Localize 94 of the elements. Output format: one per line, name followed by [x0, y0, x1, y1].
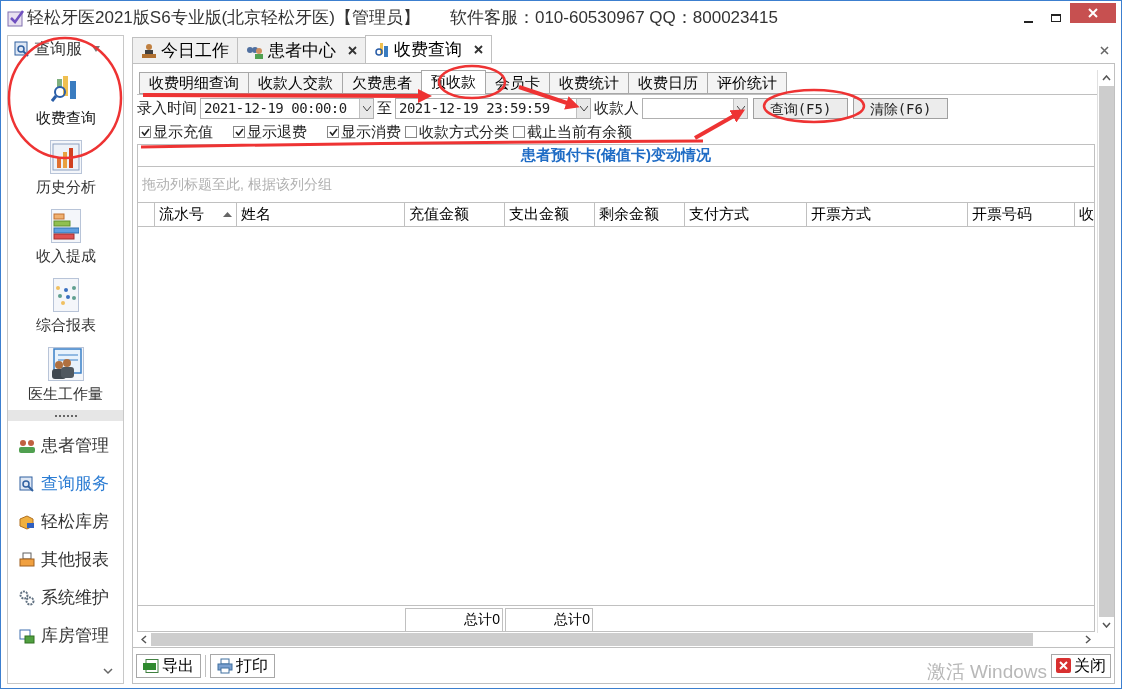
to-label: 至 [377, 98, 392, 119]
option-checkbox[interactable]: 截止当前有余额 [513, 120, 632, 144]
search-icon [14, 41, 30, 57]
column-header[interactable]: 剩余金额 [595, 203, 685, 226]
document-tab[interactable]: 患者中心 [237, 37, 366, 63]
activation-notice: 激活 Windows [926, 660, 1047, 685]
grip-icon [54, 414, 77, 417]
app-logo-icon [7, 9, 25, 27]
sidebar-item[interactable]: 其他报表 [8, 541, 123, 579]
column-header[interactable]: 支出金额 [505, 203, 595, 226]
column-header[interactable]: 姓名 [237, 203, 405, 226]
clear-button[interactable]: 清除(F6) [853, 98, 948, 119]
sub-tab[interactable]: 收费明细查询 [139, 72, 249, 94]
scroll-right-icon[interactable] [1085, 635, 1091, 644]
people-icon [19, 439, 35, 453]
printer-icon [19, 552, 35, 568]
column-header[interactable]: 开票方式 [807, 203, 968, 226]
close-tab-icon[interactable] [348, 46, 357, 55]
close-icon [1088, 8, 1098, 18]
checkbox[interactable] [405, 126, 417, 138]
checkmark-icon [140, 128, 150, 136]
sidebar-item[interactable]: 查询服务 [8, 465, 123, 503]
sub-tab[interactable]: 评价统计 [707, 72, 787, 94]
query-button[interactable]: 查询(F5) [753, 98, 848, 119]
sub-tab[interactable]: 收费统计 [549, 72, 629, 94]
gears-icon [19, 590, 35, 606]
close-button[interactable]: 关闭 [1051, 653, 1111, 678]
option-checkbox[interactable]: 显示充值 [139, 120, 213, 144]
dropdown-icon[interactable] [576, 99, 590, 118]
time-label: 录入时间 [137, 98, 197, 119]
sidebar-item[interactable]: 库房管理 [8, 617, 123, 655]
report-title: 患者预付卡(储值卡)变动情况 [138, 145, 1094, 167]
document-tab[interactable]: 今日工作 [132, 37, 238, 63]
close-icon[interactable] [1100, 46, 1109, 55]
stacked-bars-icon [52, 211, 79, 240]
close-window-button[interactable] [1070, 3, 1116, 23]
sidebar-item[interactable]: 系统维护 [8, 579, 123, 617]
windows-box-icon [19, 628, 35, 644]
search-icon [19, 476, 35, 492]
sub-tab[interactable]: 收费日历 [628, 72, 708, 94]
column-header[interactable]: 收 [1075, 203, 1094, 226]
minimize-icon [1023, 21, 1033, 23]
start-time-field[interactable]: 2021-12-19 00:00:0 [200, 98, 374, 119]
sidebar-tool[interactable]: 医生工作量 [13, 338, 118, 407]
checkmark-icon [234, 128, 244, 136]
checkmark-icon [328, 128, 338, 136]
chart-magnifier-icon [374, 41, 390, 58]
person-desk-icon [141, 42, 157, 59]
scroll-down-icon[interactable] [1101, 622, 1111, 628]
checkbox[interactable] [233, 126, 245, 138]
close-tab-icon[interactable] [474, 45, 483, 54]
payee-label: 收款人 [594, 98, 639, 119]
payee-dropdown[interactable] [642, 98, 748, 119]
checkbox[interactable] [139, 126, 151, 138]
dots-icon [54, 284, 77, 305]
group-hint: 拖动列标题至此, 根据该列分组 [142, 175, 332, 194]
option-checkbox[interactable]: 显示消费 [327, 120, 401, 144]
scroll-up-icon[interactable] [1101, 75, 1111, 81]
bar-chart-icon [51, 142, 80, 171]
option-checkbox[interactable]: 显示退费 [233, 120, 307, 144]
window-title: 轻松牙医2021版S6专业版(北京轻松牙医)【管理员】 [27, 7, 420, 30]
people-calendar-icon [49, 347, 82, 380]
sub-tab[interactable]: 欠费患者 [342, 72, 422, 94]
column-header[interactable]: 充值金额 [405, 203, 505, 226]
spreadsheet-icon [143, 658, 159, 673]
scrollbar-thumb[interactable] [151, 633, 1033, 646]
scroll-left-icon[interactable] [141, 635, 147, 644]
close-icon [1056, 658, 1071, 673]
support-contact: 软件客服：010-60530967 QQ：800023415 [449, 7, 778, 30]
export-button[interactable]: 导出 [136, 653, 201, 678]
document-tab[interactable]: 收费查询 [365, 35, 492, 63]
annotation-arrow [694, 109, 746, 140]
printer-icon [217, 657, 233, 674]
sidebar-tool[interactable]: 综合报表 [13, 269, 118, 338]
chevron-down-icon[interactable] [103, 668, 113, 675]
sidebar-item[interactable]: 轻松库房 [8, 503, 123, 541]
column-header[interactable]: 流水号 [155, 203, 237, 226]
total-cell: 总计0 [405, 608, 503, 632]
checkbox[interactable] [327, 126, 339, 138]
column-header[interactable]: 支付方式 [685, 203, 807, 226]
end-time-field[interactable]: 2021-12-19 23:59:59 [395, 98, 591, 119]
sidebar-tool[interactable]: 收入提成 [13, 200, 118, 269]
sidebar-tool[interactable]: 收费查询 [13, 62, 118, 131]
total-cell: 总计0 [505, 608, 593, 632]
sidebar-item[interactable]: 患者管理 [8, 427, 123, 465]
caret-icon [92, 46, 100, 52]
print-button[interactable]: 打印 [210, 653, 275, 678]
option-checkbox[interactable]: 收款方式分类 [405, 120, 509, 144]
sidebar-tool[interactable]: 历史分析 [13, 131, 118, 200]
checkbox[interactable] [513, 126, 525, 138]
maximize-icon [1051, 14, 1061, 22]
dropdown-icon[interactable] [359, 99, 373, 118]
column-header[interactable]: 开票号码 [968, 203, 1075, 226]
sub-tab[interactable]: 收款人交款 [248, 72, 343, 94]
